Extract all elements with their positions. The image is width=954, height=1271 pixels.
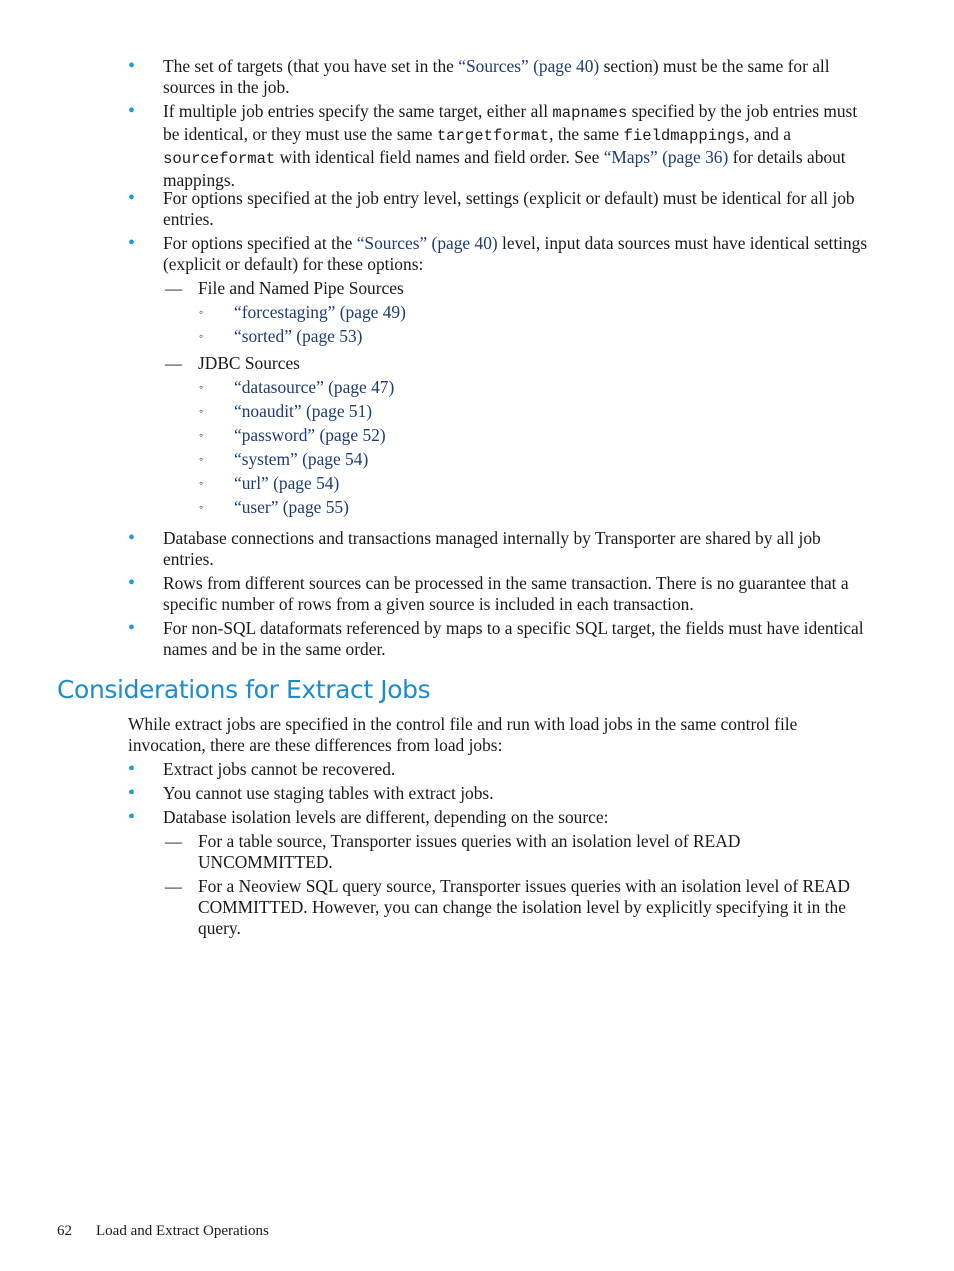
- list-item: Database isolation levels are different,…: [163, 807, 609, 827]
- dash-icon: —: [165, 832, 182, 851]
- list-item: For non-SQL dataformats referenced by ma…: [163, 618, 864, 659]
- circle-bullet-icon: ◦: [199, 476, 204, 490]
- bullet-icon: •: [128, 527, 136, 549]
- list-item: The set of targets (that you have set in…: [163, 56, 830, 97]
- option-link: “url” (page 54): [234, 473, 869, 494]
- chapter-title: Load and Extract Operations: [96, 1223, 269, 1239]
- circle-bullet-icon: ◦: [199, 404, 204, 418]
- sub-list-item: For a table source, Transporter issues q…: [198, 831, 741, 872]
- noaudit-link[interactable]: “noaudit” (page 51): [234, 401, 372, 421]
- dash-icon: —: [165, 877, 182, 896]
- circle-bullet-icon: ◦: [199, 500, 204, 514]
- list-item: For options specified at the “Sources” (…: [163, 233, 868, 274]
- bullet-icon: •: [128, 232, 136, 254]
- datasource-link[interactable]: “datasource” (page 47): [234, 377, 394, 397]
- bullet-icon: •: [128, 187, 136, 209]
- option-link: “password” (page 52): [234, 425, 869, 446]
- list-item: Rows from different sources can be proce…: [163, 573, 849, 614]
- sorted-link[interactable]: “sorted” (page 53): [234, 326, 362, 346]
- section-heading: Considerations for Extract Jobs: [57, 675, 431, 704]
- intro-paragraph: While extract jobs are specified in the …: [128, 714, 798, 755]
- option-link: “datasource” (page 47): [234, 377, 869, 398]
- code-mapnames: mapnames: [552, 104, 628, 122]
- code-sourceformat: sourceformat: [163, 150, 276, 168]
- system-link[interactable]: “system” (page 54): [234, 449, 368, 469]
- sub-list-item: For a Neoview SQL query source, Transpor…: [198, 876, 850, 938]
- circle-bullet-icon: ◦: [199, 452, 204, 466]
- circle-bullet-icon: ◦: [199, 329, 204, 343]
- dash-icon: —: [165, 279, 182, 298]
- circle-bullet-icon: ◦: [199, 305, 204, 319]
- list-item: You cannot use staging tables with extra…: [163, 783, 494, 803]
- bullet-icon: •: [128, 617, 136, 639]
- url-link[interactable]: “url” (page 54): [234, 473, 339, 493]
- dash-icon: —: [165, 354, 182, 373]
- user-link[interactable]: “user” (page 55): [234, 497, 349, 517]
- bullet-icon: •: [128, 55, 136, 77]
- option-link: “user” (page 55): [234, 497, 869, 518]
- code-targetformat: targetformat: [436, 127, 550, 145]
- sources-link[interactable]: “Sources” (page 40): [357, 233, 498, 253]
- forcestaging-link[interactable]: “forcestaging” (page 49): [234, 302, 406, 322]
- circle-bullet-icon: ◦: [199, 380, 204, 394]
- sources-link[interactable]: “Sources” (page 40): [458, 56, 599, 76]
- group-label: JDBC Sources: [198, 353, 300, 373]
- bullet-icon: •: [128, 100, 136, 122]
- bullet-icon: •: [128, 806, 136, 828]
- option-link: “system” (page 54): [234, 449, 869, 470]
- option-link: “forcestaging” (page 49): [234, 302, 869, 323]
- list-item: For options specified at the job entry l…: [163, 188, 855, 229]
- option-link: “noaudit” (page 51): [234, 401, 869, 422]
- list-item: Extract jobs cannot be recovered.: [163, 759, 396, 779]
- bullet-icon: •: [128, 758, 136, 780]
- list-item: Database connections and transactions ma…: [163, 528, 821, 569]
- maps-link[interactable]: “Maps” (page 36): [604, 147, 729, 167]
- document-page: • The set of targets (that you have set …: [0, 0, 954, 1271]
- bullet-icon: •: [128, 572, 136, 594]
- password-link[interactable]: “password” (page 52): [234, 425, 386, 445]
- code-fieldmappings: fieldmappings: [623, 127, 746, 145]
- list-item: If multiple job entries specify the same…: [163, 101, 858, 190]
- bullet-icon: •: [128, 782, 136, 804]
- circle-bullet-icon: ◦: [199, 428, 204, 442]
- page-number: 62: [57, 1223, 72, 1239]
- group-label: File and Named Pipe Sources: [198, 278, 404, 298]
- option-link: “sorted” (page 53): [234, 326, 869, 347]
